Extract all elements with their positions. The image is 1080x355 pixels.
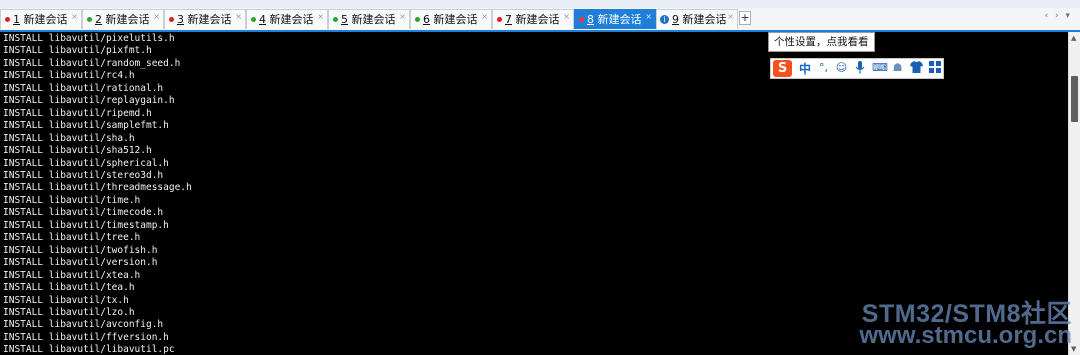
close-icon[interactable]: × xyxy=(481,7,488,26)
session-tab-3[interactable]: 3 新建会话 × xyxy=(164,9,246,29)
terminal-line: INSTALL libavutil/tree.h xyxy=(3,232,141,244)
close-icon[interactable]: × xyxy=(71,7,78,26)
status-dot-icon xyxy=(415,17,420,22)
tab-label: 新建会话 xyxy=(23,13,68,26)
terminal-line: INSTALL libavutil/libavutil.pc xyxy=(3,344,175,355)
tab-label: 新建会话 xyxy=(515,13,560,26)
ime-toolbar[interactable]: S 中 °, ☺ ⌨ ☗ xyxy=(770,58,944,79)
microphone-icon[interactable] xyxy=(853,61,866,75)
emoji-icon[interactable]: ☺ xyxy=(835,61,848,75)
input-mode-toggle[interactable]: 中 xyxy=(799,60,811,77)
terminal-line: INSTALL libavutil/pixelutils.h xyxy=(3,33,175,44)
terminal-line: INSTALL libavutil/sha512.h xyxy=(3,145,152,157)
terminal-line: INSTALL libavutil/spherical.h xyxy=(3,157,169,169)
close-icon[interactable]: × xyxy=(153,7,160,26)
close-icon[interactable]: × xyxy=(399,7,406,26)
status-dot-icon xyxy=(251,17,256,22)
status-dot-icon xyxy=(87,17,92,22)
terminal-line: INSTALL libavutil/avconfig.h xyxy=(3,319,164,331)
status-dot-icon xyxy=(5,17,10,22)
terminal-line: INSTALL libavutil/random_seed.h xyxy=(3,57,181,69)
scroll-up-arrow-icon[interactable]: ▲ xyxy=(1071,34,1076,42)
tab-label: 新建会话 xyxy=(597,13,642,26)
tab-label: 新建会话 xyxy=(433,13,478,26)
new-tab-button[interactable]: + xyxy=(739,11,751,25)
tab-label: 新建会话 xyxy=(351,13,396,26)
skin-shirt-icon[interactable] xyxy=(910,61,923,75)
session-tab-6[interactable]: 6 新建会话 × xyxy=(410,9,492,29)
punctuation-icon[interactable]: °, xyxy=(817,61,830,75)
terminal-line: INSTALL libavutil/twofish.h xyxy=(3,244,158,256)
session-tab-9[interactable]: i9 新建会话 × xyxy=(656,9,738,29)
status-dot-icon xyxy=(579,17,584,22)
terminal-line: INSTALL libavutil/ffversion.h xyxy=(3,331,169,343)
close-icon[interactable]: × xyxy=(727,7,734,26)
info-icon: i xyxy=(660,15,669,24)
terminal-lines: INSTALL libavutil/pixelutils.h INSTALL l… xyxy=(3,33,192,355)
tab-label: 新建会话 xyxy=(269,13,314,26)
menu-dots: ··· xyxy=(12,0,25,5)
terminal-line: INSTALL libavutil/threadmessage.h xyxy=(3,182,192,194)
scrollbar-thumb[interactable] xyxy=(1071,76,1078,122)
terminal-line: INSTALL libavutil/sha.h xyxy=(3,132,135,144)
status-dot-icon xyxy=(497,17,502,22)
terminal-line: INSTALL libavutil/ripemd.h xyxy=(3,107,152,119)
terminal-line: INSTALL libavutil/replaygain.h xyxy=(3,95,175,107)
terminal-line: INSTALL libavutil/time.h xyxy=(3,194,141,206)
terminal-line: INSTALL libavutil/xtea.h xyxy=(3,269,141,281)
session-tab-bar: 1 新建会话 × 2 新建会话 × 3 新建会话 × 4 新建会话 × 5 新建会话 × … xyxy=(0,8,1080,32)
close-icon[interactable]: × xyxy=(645,7,652,26)
terminal-line: INSTALL libavutil/version.h xyxy=(3,257,158,269)
terminal-line: INSTALL libavutil/tea.h xyxy=(3,282,135,294)
session-tab-8[interactable]: 8 新建会话 × xyxy=(574,9,656,29)
close-icon[interactable]: × xyxy=(235,7,242,26)
terminal-line: INSTALL libavutil/timecode.h xyxy=(3,207,164,219)
sogou-logo-icon[interactable]: S xyxy=(773,60,792,77)
session-tab-5[interactable]: 5 新建会话 × xyxy=(328,9,410,29)
terminal-line: INSTALL libavutil/lzo.h xyxy=(3,306,135,318)
watermark-line-2: www.stmcu.org.cn xyxy=(859,322,1072,349)
tab-label: 新建会话 xyxy=(187,13,232,26)
tab-label: 新建会话 xyxy=(682,13,727,26)
session-tab-4[interactable]: 4 新建会话 × xyxy=(246,9,328,29)
tab-scroll-arrows-icon[interactable]: ‹ › ▾ xyxy=(1045,11,1072,21)
toolbox-icon[interactable] xyxy=(928,61,941,75)
terminal-line: INSTALL libavutil/tx.h xyxy=(3,294,129,306)
terminal-line: INSTALL libavutil/samplefmt.h xyxy=(3,120,169,132)
status-dot-icon xyxy=(169,17,174,22)
session-tab-7[interactable]: 7 新建会话 × xyxy=(492,9,574,29)
tab-label: 新建会话 xyxy=(105,13,150,26)
session-tab-2[interactable]: 2 新建会话 × xyxy=(82,9,164,29)
terminal-line: INSTALL libavutil/pixfmt.h xyxy=(3,45,152,57)
terminal-line: INSTALL libavutil/stereo3d.h xyxy=(3,169,164,181)
session-tab-1[interactable]: 1 新建会话 × xyxy=(0,9,82,29)
keyboard-icon[interactable]: ⌨ xyxy=(872,61,888,75)
terminal-line: INSTALL libavutil/timestamp.h xyxy=(3,219,169,231)
terminal-line: INSTALL libavutil/rc4.h xyxy=(3,70,135,82)
terminal-line: INSTALL libavutil/rational.h xyxy=(3,82,164,94)
close-icon[interactable]: × xyxy=(563,7,570,26)
close-icon[interactable]: × xyxy=(317,7,324,26)
user-icon[interactable]: ☗ xyxy=(891,61,904,75)
status-dot-icon xyxy=(333,17,338,22)
ime-settings-tooltip: 个性设置，点我看看 xyxy=(768,32,875,52)
